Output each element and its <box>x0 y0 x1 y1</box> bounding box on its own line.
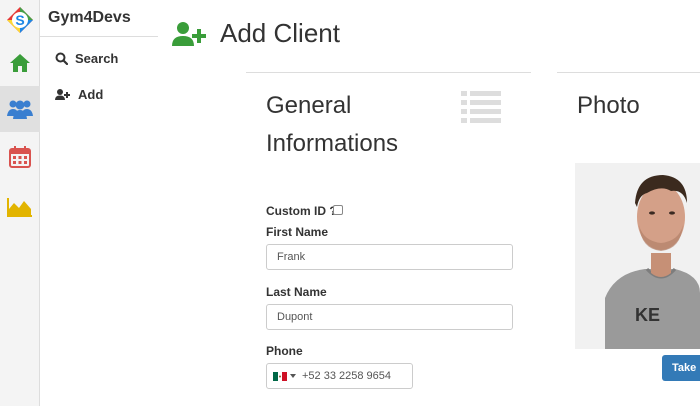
app-window: S Gym4Devs Search Add Add Client General… <box>0 0 700 406</box>
rail-calendar[interactable] <box>0 134 40 180</box>
list-icon <box>461 91 501 128</box>
custom-id-checkbox[interactable] <box>333 205 343 215</box>
submenu-add-label: Add <box>78 86 104 102</box>
left-rail: S <box>0 0 40 406</box>
calendar-icon <box>9 146 31 168</box>
page-title: Add Client <box>220 18 340 48</box>
first-name-field[interactable]: Frank <box>266 244 513 270</box>
photo-title: Photo <box>577 92 640 119</box>
app-logo-icon: S <box>6 6 34 34</box>
caret-down-icon <box>290 374 296 378</box>
last-name-label: Last Name <box>266 285 327 299</box>
country-selector[interactable] <box>267 364 302 388</box>
home-icon <box>10 54 30 72</box>
brand-divider <box>40 36 158 37</box>
area-chart-icon <box>7 198 32 217</box>
phone-value: +52 33 2258 9654 <box>302 370 392 382</box>
general-info-title: General Informations <box>266 92 399 157</box>
phone-field[interactable]: +52 33 2258 9654 <box>266 363 413 389</box>
add-user-icon <box>172 21 206 46</box>
app-name: Gym4Devs <box>48 9 131 26</box>
submenu-search-label: Search <box>75 50 119 66</box>
phone-label: Phone <box>266 344 303 358</box>
general-info-card: General Informations Custom ID ? First N… <box>246 72 531 406</box>
last-name-field[interactable]: Dupont <box>266 304 513 330</box>
rail-stats[interactable] <box>0 184 40 230</box>
clients-submenu: Search Add <box>40 40 158 112</box>
first-name-label: First Name <box>266 225 329 239</box>
rail-home[interactable] <box>0 40 40 86</box>
search-icon <box>55 52 68 65</box>
svg-text:KE: KE <box>635 305 660 325</box>
submenu-add[interactable]: Add <box>40 76 158 112</box>
custom-id-label: Custom ID ? <box>266 204 337 218</box>
submenu-search[interactable]: Search <box>40 40 158 76</box>
add-user-icon <box>55 88 70 100</box>
rail-clients[interactable] <box>0 86 40 132</box>
mexico-flag-icon <box>273 371 287 381</box>
take-photo-button[interactable]: Take p <box>662 355 700 381</box>
page-header: Add Client <box>172 18 340 49</box>
client-photo: KE <box>575 163 700 349</box>
users-icon <box>7 100 33 119</box>
svg-text:S: S <box>15 12 24 28</box>
